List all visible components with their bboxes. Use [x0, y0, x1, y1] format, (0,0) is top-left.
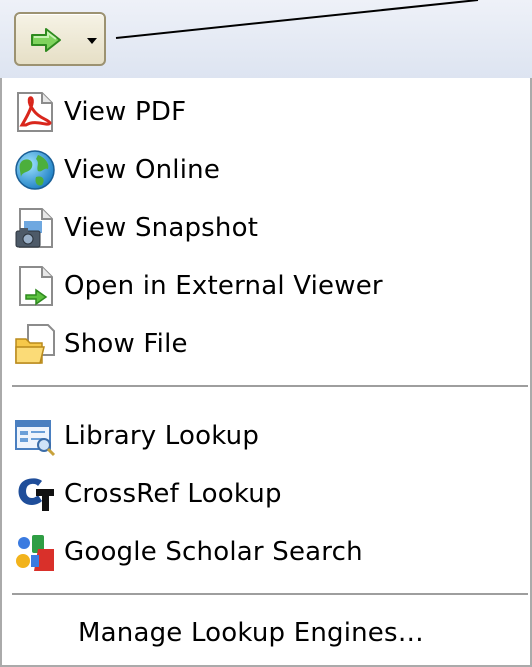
menu-item-view-online[interactable]: View Online: [2, 142, 530, 198]
menu-item-crossref-lookup[interactable]: CrossRef Lookup: [2, 466, 530, 522]
menu-item-label: Show File: [64, 329, 188, 359]
menu-item-view-snapshot[interactable]: View Snapshot: [2, 200, 530, 256]
locate-button[interactable]: [14, 12, 106, 66]
dropdown-caret-icon[interactable]: [87, 37, 97, 45]
menu-item-view-pdf[interactable]: View PDF: [2, 84, 530, 140]
pdf-icon: [12, 89, 58, 135]
menu-item-manage-lookup-engines[interactable]: Manage Lookup Engines…: [2, 605, 530, 661]
menu-separator: [12, 593, 528, 595]
menu-item-open-external[interactable]: Open in External Viewer: [2, 258, 530, 314]
green-arrow-icon: [31, 28, 61, 52]
menu-item-google-scholar[interactable]: Google Scholar Search: [2, 524, 530, 580]
menu-item-label: Library Lookup: [64, 421, 260, 451]
external-viewer-icon: [12, 263, 58, 309]
menu-item-label: Open in External Viewer: [64, 271, 383, 301]
google-scholar-icon: [12, 529, 58, 575]
menu-item-label: CrossRef Lookup: [64, 479, 282, 509]
locate-menu: View PDF View Online View Snapshot Open …: [0, 78, 532, 667]
snapshot-icon: [12, 205, 58, 251]
globe-icon: [12, 147, 58, 193]
menu-item-label: View Snapshot: [64, 213, 259, 243]
crossref-icon: [12, 471, 58, 517]
menu-item-label: Google Scholar Search: [64, 537, 363, 567]
menu-item-label: Manage Lookup Engines…: [78, 618, 424, 648]
menu-separator: [12, 385, 528, 387]
menu-item-label: View Online: [64, 155, 221, 185]
folder-icon: [12, 321, 58, 367]
menu-item-library-lookup[interactable]: Library Lookup: [2, 408, 530, 464]
library-lookup-icon: [12, 413, 58, 459]
menu-item-show-file[interactable]: Show File: [2, 316, 530, 372]
menu-item-label: View PDF: [64, 97, 187, 127]
toolbar: [0, 0, 532, 78]
